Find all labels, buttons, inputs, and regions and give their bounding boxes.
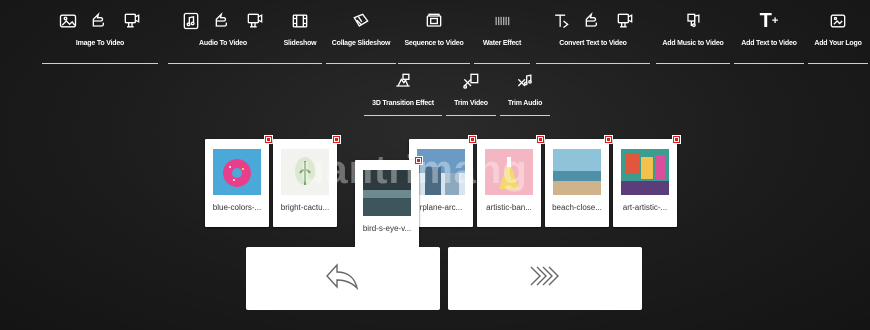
tool-label: Add Music to Video: [662, 40, 724, 47]
add-logo-icon: [827, 10, 849, 32]
tool-label: Sequence to Video: [404, 40, 464, 47]
collage-icon: [350, 10, 372, 32]
thumbnail-image: [621, 149, 669, 195]
back-arrow-icon: [323, 261, 363, 296]
tool-underline: [398, 63, 470, 64]
tool-underline: [500, 115, 550, 116]
tool-audio-to-video[interactable]: Audio To Video: [168, 6, 278, 64]
tool-label: Slideshow: [283, 40, 317, 47]
thumbnail-image: [553, 149, 601, 195]
tool-underline: [364, 115, 442, 116]
tool-label: 3D Transition Effect: [372, 100, 434, 107]
tool-underline: [326, 63, 396, 64]
tool-underline: [168, 63, 278, 64]
video-camera-icon: [121, 10, 143, 32]
image-icon: [57, 10, 79, 32]
thumbnail-card[interactable]: beach-close...: [545, 135, 613, 227]
tool-slideshow[interactable]: Slideshow: [278, 6, 322, 64]
film-strip-icon: [289, 10, 311, 32]
tool-underline: [734, 63, 804, 64]
tool-underline: [278, 63, 322, 64]
tool-3d-transition-effect[interactable]: 3D Transition Effect: [364, 66, 442, 116]
thumbnail-caption: artistic-ban...: [486, 203, 532, 212]
tool-trim-audio[interactable]: Trim Audio: [500, 66, 550, 116]
tool-label: Convert Text to Video: [559, 40, 627, 47]
video-camera-icon: [614, 10, 636, 32]
tool-label: Add Your Logo: [814, 40, 862, 47]
tool-add-text-to-video[interactable]: T + Add Text to Video: [734, 6, 804, 64]
tool-toolbar-secondary: 3D Transition Effect Trim Video Trim Aud…: [0, 66, 870, 116]
tool-label: Water Effect: [482, 40, 522, 47]
thumbnail-caption: beach-close...: [552, 203, 602, 212]
music-file-icon: [180, 10, 202, 32]
tool-label: Audio To Video: [199, 40, 247, 47]
remove-thumbnail-button[interactable]: [468, 135, 477, 144]
tool-label: Image To Video: [75, 40, 125, 47]
trim-audio-icon: [514, 70, 536, 92]
thumbnail-caption: bright-cactu...: [280, 203, 330, 212]
tool-image-to-video[interactable]: Image To Video: [42, 6, 158, 64]
thumbnail-image: [213, 149, 261, 195]
tool-underline: [42, 63, 158, 64]
tool-water-effect[interactable]: Water Effect: [474, 6, 530, 64]
tool-label: Collage Slideshow: [331, 40, 391, 47]
remove-thumbnail-button[interactable]: [536, 135, 545, 144]
pointer-hand-icon: [582, 10, 604, 32]
remove-thumbnail-button[interactable]: [672, 135, 681, 144]
tool-underline: [808, 63, 868, 64]
tool-label: Add Text to Video: [741, 40, 797, 47]
thumbnail-card[interactable]: blue-colors-...: [205, 135, 273, 227]
back-button[interactable]: [246, 247, 440, 310]
tool-add-music-to-video[interactable]: Add Music to Video: [656, 6, 730, 64]
next-button[interactable]: [448, 247, 642, 310]
tool-label: Trim Audio: [507, 100, 543, 107]
pointer-hand-icon: [212, 10, 234, 32]
tool-underline: [536, 63, 650, 64]
remove-thumbnail-button[interactable]: [604, 135, 613, 144]
video-camera-icon: [244, 10, 266, 32]
tool-label: Trim Video: [454, 100, 488, 107]
add-music-icon: [682, 10, 704, 32]
remove-thumbnail-button[interactable]: [264, 135, 273, 144]
trim-video-icon: [460, 70, 482, 92]
remove-thumbnail-button[interactable]: [332, 135, 341, 144]
sequence-icon: [423, 10, 445, 32]
tool-add-your-logo[interactable]: Add Your Logo: [808, 6, 868, 64]
watermark-text: uantrimang: [300, 148, 528, 192]
thumbnail-caption: art-artistic-...: [622, 203, 668, 212]
tool-trim-video[interactable]: Trim Video: [446, 66, 496, 116]
tool-sequence-to-video[interactable]: Sequence to Video: [398, 6, 470, 64]
text-icon: [550, 10, 572, 32]
water-effect-icon: [491, 10, 513, 32]
pointer-hand-icon: [89, 10, 111, 32]
thumbnail-card[interactable]: art-artistic-...: [613, 135, 681, 227]
tool-underline: [446, 115, 496, 116]
3d-transition-icon: [392, 70, 414, 92]
tool-collage-slideshow[interactable]: Collage Slideshow: [326, 6, 396, 64]
tool-underline: [656, 63, 730, 64]
add-text-icon: T +: [759, 9, 779, 32]
tool-convert-text-to-video[interactable]: Convert Text to Video: [536, 6, 650, 64]
thumbnail-caption: bird-s-eye-v...: [362, 224, 412, 233]
tool-underline: [474, 63, 530, 64]
thumbnail-caption: blue-colors-...: [212, 203, 262, 212]
forward-double-chevron-icon: [525, 261, 565, 296]
tool-toolbar: Image To Video Audio To Video Slideshow …: [42, 6, 870, 64]
